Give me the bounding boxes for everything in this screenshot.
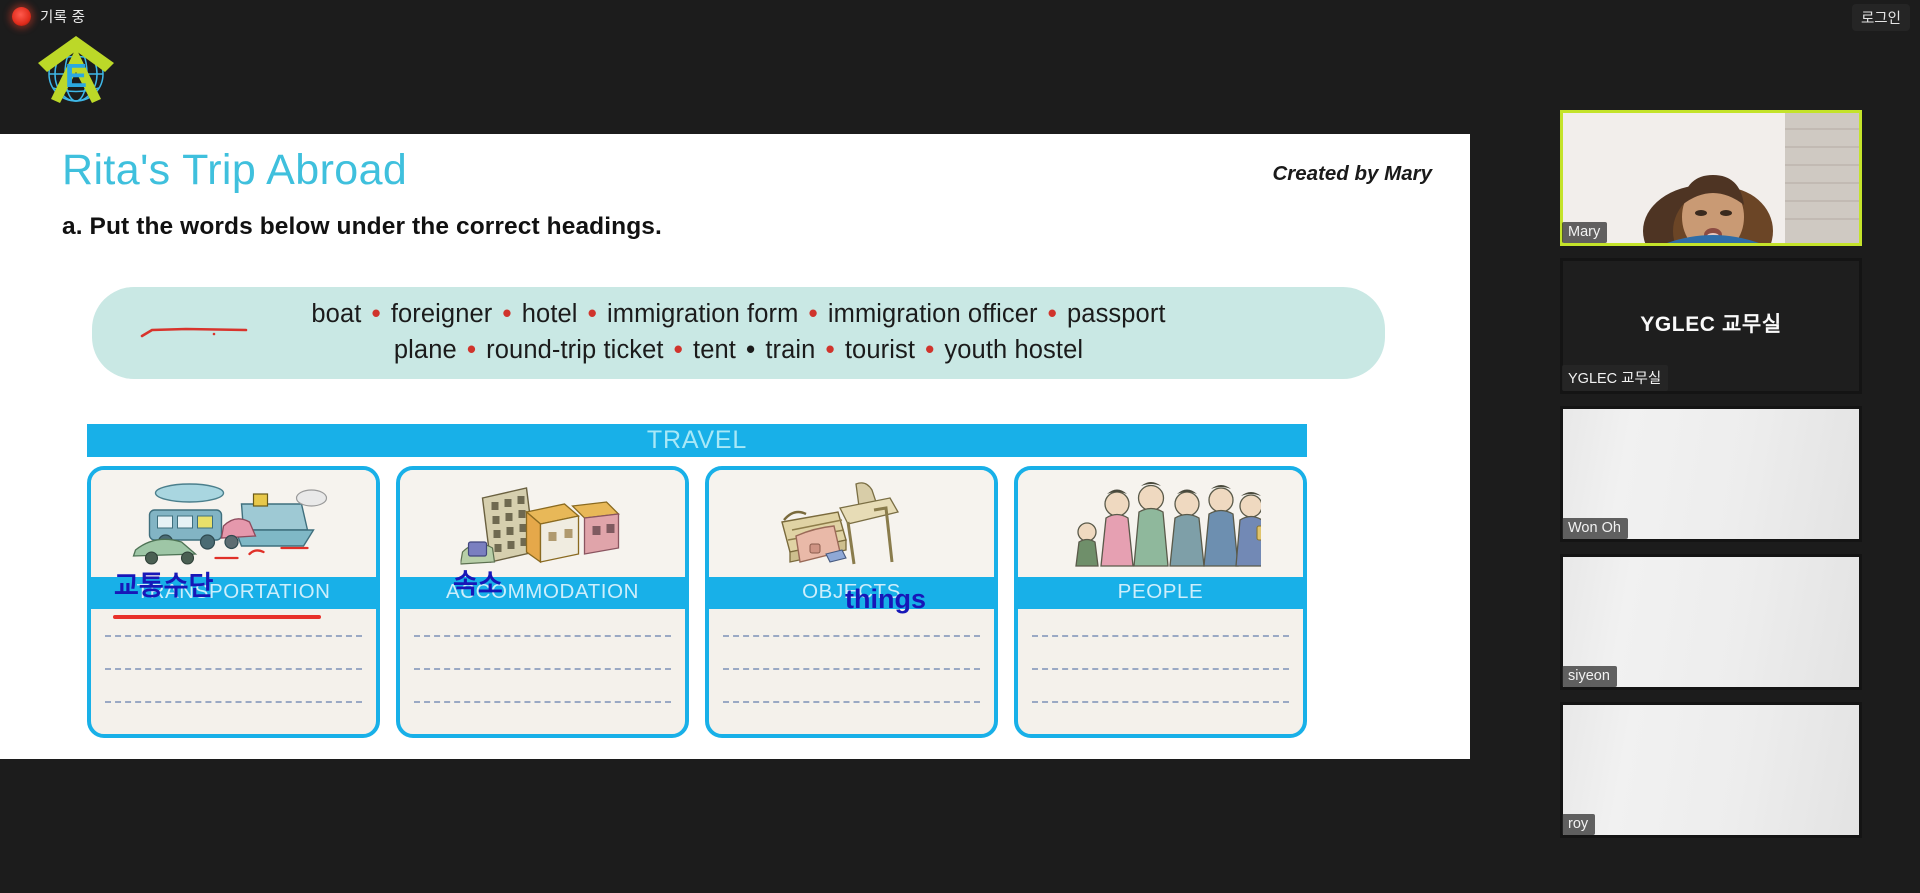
participant-name-tag: roy	[1562, 814, 1596, 835]
svg-text:E: E	[65, 57, 87, 94]
word-separator: •	[495, 300, 519, 328]
red-annotation-underline	[113, 615, 321, 619]
participant-tile[interactable]: Won Oh	[1560, 406, 1862, 542]
answer-dashed-line[interactable]	[1032, 701, 1289, 703]
answer-dashed-line[interactable]	[723, 668, 980, 670]
answer-dashed-line[interactable]	[723, 701, 980, 703]
word-separator: •	[918, 336, 942, 364]
travel-banner: TRAVEL	[87, 424, 1307, 457]
slide-credit: Created by Mary	[1272, 162, 1432, 185]
participant-tile[interactable]: YGLEC 교무실 YGLEC 교무실	[1560, 258, 1862, 394]
word-bank-word: plane	[393, 336, 457, 364]
participant-video	[1563, 113, 1859, 243]
zoom-screenshare-window: 기록 중 로그인 E Rita's Trip Abroad Created by…	[0, 0, 1920, 893]
answer-dashed-line[interactable]	[414, 701, 671, 703]
buildings-hotel-houses-icon	[400, 470, 685, 577]
word-separator: •	[459, 336, 484, 364]
answer-line-area[interactable]	[709, 609, 994, 734]
word-separator: •	[1040, 300, 1064, 328]
word-bank-word: hotel	[521, 300, 578, 328]
vehicles-bus-car-boat-icon	[91, 470, 376, 577]
word-bank-word: passport	[1067, 300, 1166, 328]
category-label: ACCOMMODATION	[400, 577, 685, 609]
answer-dashed-line[interactable]	[105, 635, 362, 637]
word-separator: •	[801, 300, 825, 328]
answer-dashed-line[interactable]	[723, 635, 980, 637]
participant-center-name: YGLEC 교무실	[1640, 313, 1782, 336]
answer-line-area[interactable]	[400, 609, 685, 734]
word-bank-word: youth hostel	[944, 336, 1084, 364]
participant-name-tag: Mary	[1562, 222, 1608, 243]
shared-slide: Rita's Trip Abroad Created by Mary a. Pu…	[0, 134, 1470, 759]
word-bank-word: tourist	[844, 336, 916, 364]
word-bank-line-2: plane • round-trip ticket • tent • train…	[116, 332, 1361, 368]
category-box[interactable]: ACCOMMODATION	[396, 466, 689, 738]
word-bank-word: foreigner	[390, 300, 493, 328]
category-label: PEOPLE	[1018, 577, 1303, 609]
participant-name-tag: siyeon	[1562, 666, 1617, 687]
travel-banner-label: TRAVEL	[646, 426, 748, 454]
word-separator: •	[818, 336, 842, 364]
word-bank-word: tent	[693, 336, 736, 364]
category-box-row: TRANSPORTATION ACCOMMODATION OBJECTS PEO…	[87, 466, 1307, 738]
queue-of-people-icon	[1018, 470, 1303, 577]
record-dot-icon	[12, 7, 31, 26]
recording-label: 기록 중	[40, 10, 86, 26]
word-bank-word: round-trip ticket	[486, 336, 664, 364]
category-box[interactable]: PEOPLE	[1014, 466, 1307, 738]
answer-dashed-line[interactable]	[1032, 635, 1289, 637]
answer-dashed-line[interactable]	[414, 635, 671, 637]
word-bank: boat • foreigner • hotel • immigration f…	[92, 287, 1385, 379]
participant-name-tag: Won Oh	[1562, 518, 1628, 539]
participant-tile[interactable]: siyeon	[1560, 554, 1862, 690]
yglec-globe-arrow-logo: E	[35, 30, 117, 108]
word-bank-word: boat	[311, 300, 362, 328]
participant-video	[1563, 705, 1859, 835]
word-separator: •	[738, 336, 763, 364]
participant-tile[interactable]: Mary	[1560, 110, 1862, 246]
word-separator: •	[364, 300, 388, 328]
answer-line-area[interactable]	[91, 609, 376, 734]
category-box[interactable]: TRANSPORTATION	[87, 466, 380, 738]
top-bar: 기록 중 로그인	[0, 0, 1920, 34]
login-button[interactable]: 로그인	[1851, 4, 1910, 31]
answer-dashed-line[interactable]	[105, 668, 362, 670]
category-box[interactable]: OBJECTS	[705, 466, 998, 738]
answer-dashed-line[interactable]	[105, 701, 362, 703]
word-separator: •	[580, 300, 604, 328]
slide-instruction: a. Put the words below under the correct…	[62, 213, 662, 240]
word-separator: •	[666, 336, 691, 364]
category-label: TRANSPORTATION	[91, 577, 376, 609]
word-bank-word: immigration officer	[827, 300, 1038, 328]
answer-line-area[interactable]	[1018, 609, 1303, 734]
recording-indicator[interactable]: 기록 중	[8, 5, 93, 28]
participant-tile[interactable]: roy	[1560, 702, 1862, 838]
word-bank-line-1: boat • foreigner • hotel • immigration f…	[116, 296, 1361, 332]
participant-video-rail: Mary YGLEC 교무실 YGLEC 교무실 Won Oh siyeon roy	[1560, 110, 1868, 850]
category-label: OBJECTS	[709, 577, 994, 609]
word-bank-word: train	[765, 336, 816, 364]
word-bank-word: immigration form	[606, 300, 799, 328]
participant-name-tag: YGLEC 교무실	[1562, 365, 1669, 391]
page-title: Rita's Trip Abroad	[62, 146, 408, 194]
answer-dashed-line[interactable]	[414, 668, 671, 670]
answer-dashed-line[interactable]	[1032, 668, 1289, 670]
suitcase-luggage-icon	[709, 470, 994, 577]
